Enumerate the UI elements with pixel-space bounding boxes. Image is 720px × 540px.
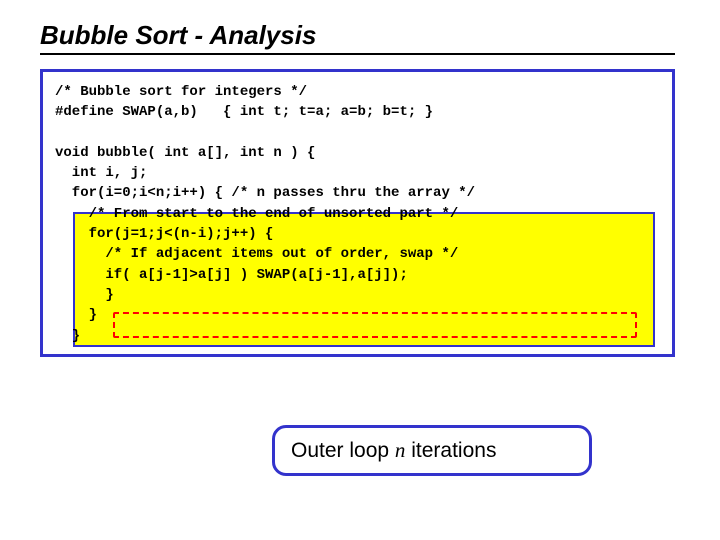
code-line: if( a[j-1]>a[j] ) SWAP(a[j-1],a[j]); (55, 267, 408, 283)
title-rule (40, 53, 675, 55)
code-line: /* From start to the end of unsorted par… (55, 206, 458, 222)
callout-box: Outer loop n iterations (272, 425, 592, 476)
code-line: void bubble( int a[], int n ) { (55, 145, 315, 161)
code-line: for(j=1;j<(n-i);j++) { (55, 226, 273, 242)
code-line: } (55, 307, 97, 323)
code-line: } (55, 328, 80, 344)
slide-title: Bubble Sort - Analysis (40, 20, 675, 51)
callout: Outer loop n iterations (272, 425, 592, 476)
code-line: /* If adjacent items out of order, swap … (55, 246, 458, 262)
code-line: /* Bubble sort for integers */ (55, 84, 307, 100)
callout-suffix: iterations (405, 439, 496, 462)
callout-prefix: Outer loop (291, 439, 395, 462)
slide-container: Bubble Sort - Analysis /* Bubble sort fo… (40, 20, 675, 357)
code-line: for(i=0;i<n;i++) { /* n passes thru the … (55, 185, 475, 201)
code-line: int i, j; (55, 165, 147, 181)
callout-var: n (395, 438, 406, 462)
code-block: /* Bubble sort for integers */ #define S… (55, 82, 660, 346)
code-line: } (55, 287, 114, 303)
code-line: #define SWAP(a,b) { int t; t=a; a=b; b=t… (55, 104, 433, 120)
code-box: /* Bubble sort for integers */ #define S… (40, 69, 675, 357)
